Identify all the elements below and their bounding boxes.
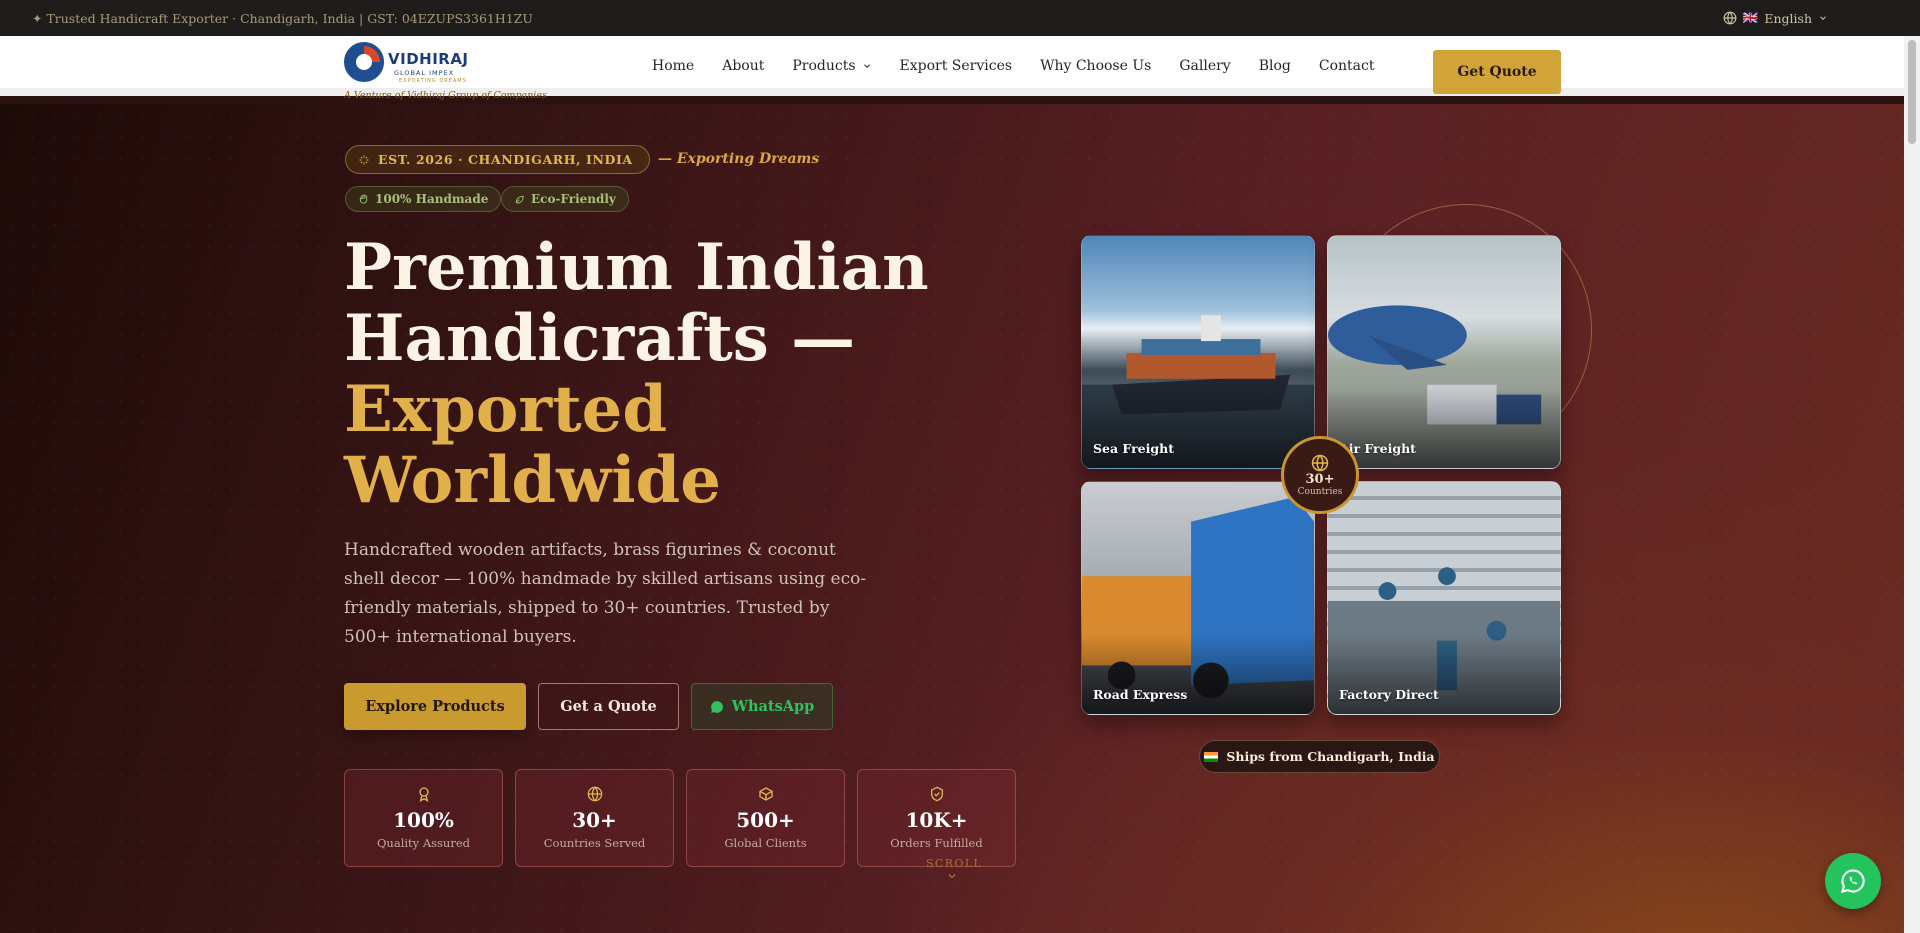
hero-title-line3: Exported [344, 372, 668, 447]
sparkle-icon [359, 155, 369, 164]
card-caption: Sea Freight [1093, 441, 1174, 456]
top-tagline: ✦ Trusted Handicraft Exporter · Chandiga… [32, 10, 533, 26]
stat-label: Quality Assured [377, 836, 470, 850]
page-scrollbar[interactable] [1904, 36, 1920, 933]
established-text: EST. 2026 · CHANDIGARH, INDIA [378, 152, 633, 167]
scroll-label: SCROLL [926, 857, 983, 870]
nav-why-choose-us[interactable]: Why Choose Us [1040, 58, 1151, 74]
get-quote-button[interactable]: Get Quote [1433, 50, 1561, 94]
hero-section: EST. 2026 · CHANDIGARH, INDIA — Exportin… [0, 104, 1904, 933]
exporting-dreams-text: — Exporting Dreams [658, 151, 820, 167]
hand-icon [359, 193, 368, 204]
card-shade [1328, 388, 1560, 468]
whatsapp-button[interactable]: WhatsApp [691, 683, 833, 730]
whatsapp-floating-button[interactable] [1825, 853, 1881, 909]
ships-from-text: Ships from Chandigarh, India [1226, 749, 1435, 764]
main-nav: Home About Products Export Services Why … [652, 58, 1374, 74]
established-pill: EST. 2026 · CHANDIGARH, INDIA [345, 145, 650, 174]
top-info-bar: ✦ Trusted Handicraft Exporter · Chandiga… [0, 0, 1920, 36]
language-label: English [1764, 10, 1812, 26]
nav-home[interactable]: Home [652, 58, 694, 74]
chat-bubble-icon [710, 700, 723, 713]
stat-quality: 100% Quality Assured [344, 769, 503, 867]
stat-clients: 500+ Global Clients [686, 769, 845, 867]
stat-label: Orders Fulfilled [890, 836, 983, 850]
language-flag: 🇬🇧 [1742, 10, 1759, 25]
globe-icon [1311, 454, 1329, 471]
globe-icon [1723, 11, 1737, 25]
hero-title-line2: Handicrafts — [344, 301, 856, 376]
explore-products-button[interactable]: Explore Products [344, 683, 526, 730]
whatsapp-icon [1841, 869, 1865, 893]
hero-title-line1: Premium Indian [344, 230, 929, 305]
logo-sub: GLOBAL IMPEX [394, 69, 455, 77]
hero-title: Premium Indian Handicrafts — Exported Wo… [344, 232, 929, 516]
chevron-down-icon [948, 874, 956, 879]
chevron-down-icon [1820, 16, 1826, 20]
stat-orders: 10K+ Orders Fulfilled [857, 769, 1016, 867]
countries-label: Countries [1297, 486, 1343, 497]
nav-export-services[interactable]: Export Services [900, 58, 1013, 74]
stat-value: 10K+ [905, 808, 968, 832]
logo-brand: VIDHIRAJ [388, 50, 469, 68]
countries-value: 30+ [1305, 471, 1335, 487]
stat-countries: 30+ Countries Served [515, 769, 674, 867]
card-shade [1082, 634, 1314, 714]
site-header: VIDHIRAJ GLOBAL IMPEX EXPORTING DREAMS A… [0, 36, 1904, 101]
hero-title-line4: Worldwide [344, 443, 721, 518]
nav-gallery[interactable]: Gallery [1179, 58, 1230, 74]
logo-tagline: A Venture of Vidhiraj Group of Companies [344, 90, 547, 101]
badge-eco-friendly: Eco-Friendly [501, 186, 629, 212]
stat-value: 30+ [572, 808, 617, 832]
card-caption: Road Express [1093, 687, 1188, 702]
nav-products-label: Products [792, 58, 856, 74]
stat-label: Global Clients [724, 836, 807, 850]
whatsapp-label: WhatsApp [731, 698, 815, 715]
stat-label: Countries Served [543, 836, 646, 850]
nav-products[interactable]: Products [792, 58, 871, 74]
chevron-down-icon [863, 64, 870, 68]
card-factory-direct: Factory Direct [1327, 481, 1561, 715]
card-road-express: Road Express [1081, 481, 1315, 715]
hero-description: Handcrafted wooden artifacts, brass figu… [344, 540, 867, 647]
card-air-freight: Air Freight [1327, 235, 1561, 469]
scroll-indicator[interactable]: SCROLL [926, 857, 983, 882]
badge-handmade: 100% Handmade [345, 186, 502, 212]
globe-icon [587, 786, 602, 802]
badge-eco-label: Eco-Friendly [531, 192, 616, 206]
card-sea-freight: Sea Freight [1081, 235, 1315, 469]
nav-about[interactable]: About [722, 58, 764, 74]
box-icon [758, 787, 773, 801]
site-logo[interactable]: VIDHIRAJ GLOBAL IMPEX EXPORTING DREAMS A… [344, 42, 547, 101]
stat-value: 100% [393, 808, 454, 832]
shield-icon [930, 786, 943, 802]
ships-from-badge: Ships from Chandigarh, India [1199, 740, 1440, 773]
badge-handmade-label: 100% Handmade [375, 192, 489, 206]
card-shade [1082, 388, 1314, 468]
india-flag-icon [1204, 751, 1219, 762]
award-icon [418, 787, 429, 802]
stat-value: 500+ [736, 808, 795, 832]
logo-sub2: EXPORTING DREAMS [399, 78, 467, 84]
card-shade [1328, 634, 1560, 714]
logo-mark-icon [344, 42, 384, 82]
nav-blog[interactable]: Blog [1259, 58, 1291, 74]
get-a-quote-button[interactable]: Get a Quote [538, 683, 679, 730]
leaf-icon [515, 195, 524, 204]
language-selector[interactable]: 🇬🇧 English [1723, 10, 1828, 26]
scrollbar-thumb[interactable] [1908, 40, 1916, 144]
countries-badge: 30+ Countries [1281, 436, 1359, 514]
nav-contact[interactable]: Contact [1319, 58, 1375, 74]
card-caption: Factory Direct [1339, 687, 1439, 702]
